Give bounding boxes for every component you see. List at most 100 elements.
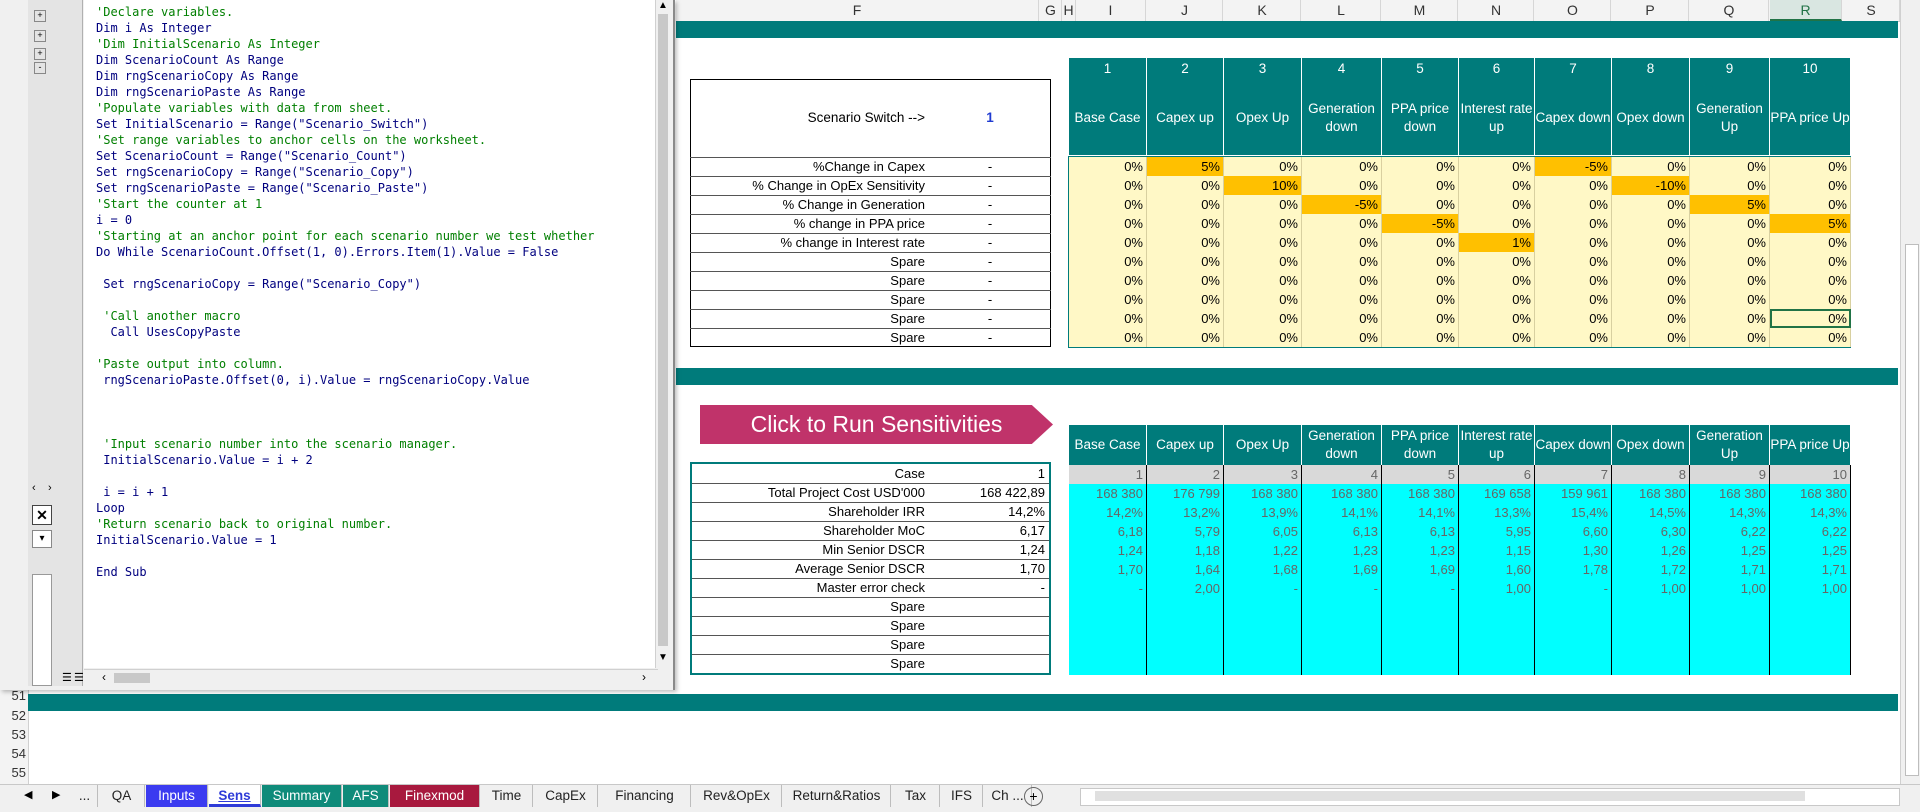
scenario-cell[interactable]: 0% <box>1535 195 1612 214</box>
vba-horizontal-scrollbar[interactable]: ☰ ☰ ‹ › <box>62 669 658 686</box>
scenario-cell[interactable]: 5% <box>1690 195 1770 214</box>
code-line[interactable]: 'Populate variables with data from sheet… <box>96 100 392 116</box>
dropdown-icon[interactable]: ▾ <box>32 530 52 548</box>
column-header-p[interactable]: P <box>1612 0 1689 21</box>
tab-sens[interactable]: Sens <box>209 785 261 807</box>
output-cell[interactable]: 1,18 <box>1147 541 1224 560</box>
code-line[interactable]: Dim i As Integer <box>96 20 212 36</box>
scenario-cell[interactable]: 0% <box>1612 271 1690 290</box>
tab-tax[interactable]: Tax <box>892 785 940 807</box>
column-header-m[interactable]: M <box>1382 0 1458 21</box>
scenario-cell[interactable]: 0% <box>1302 233 1382 252</box>
output-cell[interactable]: 10 <box>1770 465 1851 484</box>
output-cell[interactable]: 14,3% <box>1770 503 1851 522</box>
output-cell[interactable]: 14,2% <box>1069 503 1147 522</box>
scenario-cell[interactable]: 0% <box>1224 271 1302 290</box>
scenario-cell[interactable]: 0% <box>1069 290 1147 309</box>
tab-rev-opex[interactable]: Rev&OpEx <box>692 785 782 807</box>
output-cell[interactable]: 168 380 <box>1770 484 1851 503</box>
output-cell[interactable]: 14,1% <box>1382 503 1459 522</box>
code-line[interactable]: InitialScenario.Value = 1 <box>96 532 277 548</box>
scenario-cell[interactable]: 0% <box>1690 157 1770 176</box>
tab-ifs[interactable]: IFS <box>941 785 983 807</box>
output-cell[interactable]: 8 <box>1612 465 1690 484</box>
scenario-cell[interactable]: 0% <box>1535 290 1612 309</box>
output-cell[interactable]: - <box>1302 579 1382 598</box>
output-cell[interactable]: 6,18 <box>1069 522 1147 541</box>
code-line[interactable]: Do While ScenarioCount.Offset(1, 0).Erro… <box>96 244 558 260</box>
output-cell[interactable]: 168 380 <box>1382 484 1459 503</box>
scenario-cell[interactable]: 0% <box>1382 195 1459 214</box>
scenario-cell[interactable]: 0% <box>1069 309 1147 328</box>
column-header-n[interactable]: N <box>1459 0 1534 21</box>
scenario-cell[interactable]: 0% <box>1147 328 1224 347</box>
pane-scrollbar[interactable] <box>32 574 52 686</box>
scenario-cell[interactable]: 0% <box>1302 271 1382 290</box>
column-header-k[interactable]: K <box>1224 0 1301 21</box>
output-cell[interactable]: 1,30 <box>1535 541 1612 560</box>
scenario-cell[interactable]: 0% <box>1382 157 1459 176</box>
code-line[interactable]: Set ScenarioCount = Range("Scenario_Coun… <box>96 148 407 164</box>
scenario-cell[interactable]: 0% <box>1770 157 1851 176</box>
scenario-cell[interactable]: 0% <box>1224 290 1302 309</box>
tab-scroll-right-icon[interactable]: ▶ <box>52 788 60 801</box>
close-icon[interactable]: ✕ <box>32 505 52 525</box>
scenario-cell[interactable]: 0% <box>1147 290 1224 309</box>
tree-expand-icon[interactable]: + <box>34 48 46 60</box>
scenario-cell[interactable]: 0% <box>1302 309 1382 328</box>
scenario-cell[interactable]: 0% <box>1302 176 1382 195</box>
scroll-down-icon[interactable]: ▼ <box>658 652 668 663</box>
output-cell[interactable]: 6 <box>1459 465 1535 484</box>
code-line[interactable]: 'Dim InitialScenario As Integer <box>96 36 320 52</box>
output-cell[interactable]: 1,24 <box>1069 541 1147 560</box>
scenario-cell[interactable]: 0% <box>1770 195 1851 214</box>
scenario-cell[interactable]: 5% <box>1770 214 1851 233</box>
tab-capex[interactable]: CapEx <box>534 785 598 807</box>
output-cell[interactable]: 6,13 <box>1302 522 1382 541</box>
scenario-cell[interactable]: 0% <box>1770 176 1851 195</box>
scenario-cell[interactable]: 0% <box>1535 328 1612 347</box>
scenario-cell[interactable]: 0% <box>1069 157 1147 176</box>
column-header-s[interactable]: S <box>1843 0 1900 21</box>
scenario-cell[interactable]: 0% <box>1459 271 1535 290</box>
output-cell[interactable]: 6,30 <box>1612 522 1690 541</box>
scenario-cell[interactable]: 0% <box>1690 290 1770 309</box>
scenario-cell[interactable]: 0% <box>1535 271 1612 290</box>
column-header-h[interactable]: H <box>1062 0 1076 21</box>
code-line[interactable]: InitialScenario.Value = i + 2 <box>96 452 313 468</box>
output-cell[interactable]: 169 658 <box>1459 484 1535 503</box>
scenario-cell[interactable]: 0% <box>1302 328 1382 347</box>
scroll-right-icon[interactable]: › <box>48 482 52 494</box>
scenario-cell[interactable]: 1% <box>1459 233 1535 252</box>
scenario-cell[interactable]: 0% <box>1770 290 1851 309</box>
output-cell[interactable]: 168 380 <box>1612 484 1690 503</box>
code-line[interactable]: rngScenarioPaste.Offset(0, i).Value = rn… <box>96 372 529 388</box>
scenario-cell[interactable]: 0% <box>1535 233 1612 252</box>
code-line[interactable]: End Sub <box>96 564 147 580</box>
scenario-cell[interactable]: 0% <box>1612 157 1690 176</box>
scenario-cell[interactable]: 0% <box>1770 252 1851 271</box>
output-cell[interactable]: 1,25 <box>1770 541 1851 560</box>
column-header-r[interactable]: R <box>1770 0 1842 21</box>
output-cell[interactable]: - <box>1224 579 1302 598</box>
output-cell[interactable]: 1,00 <box>1459 579 1535 598</box>
output-cell[interactable]: 1,23 <box>1302 541 1382 560</box>
scroll-up-icon[interactable]: ▲ <box>658 0 668 11</box>
output-cell[interactable]: 176 799 <box>1147 484 1224 503</box>
output-cell[interactable]: 1,78 <box>1535 560 1612 579</box>
output-cell[interactable]: 1,68 <box>1224 560 1302 579</box>
output-cell[interactable]: 5,95 <box>1459 522 1535 541</box>
scroll-left-icon[interactable]: ‹ <box>32 482 36 494</box>
scroll-left-icon[interactable]: ‹ <box>102 670 106 684</box>
scenario-cell[interactable]: 0% <box>1535 309 1612 328</box>
scenario-cell[interactable]: 0% <box>1612 290 1690 309</box>
code-line[interactable]: 'Return scenario back to original number… <box>96 516 392 532</box>
code-line[interactable]: Set rngScenarioCopy = Range("Scenario_Co… <box>96 276 421 292</box>
output-cell[interactable]: 1,64 <box>1147 560 1224 579</box>
tab-financing[interactable]: Financing <box>599 785 691 807</box>
scenario-cell[interactable]: 0% <box>1382 233 1459 252</box>
scenario-cell[interactable]: 0% <box>1224 214 1302 233</box>
code-line[interactable]: 'Set range variables to anchor cells on … <box>96 132 486 148</box>
add-sheet-icon[interactable]: + <box>1024 787 1043 806</box>
scenario-cell[interactable]: 0% <box>1612 233 1690 252</box>
